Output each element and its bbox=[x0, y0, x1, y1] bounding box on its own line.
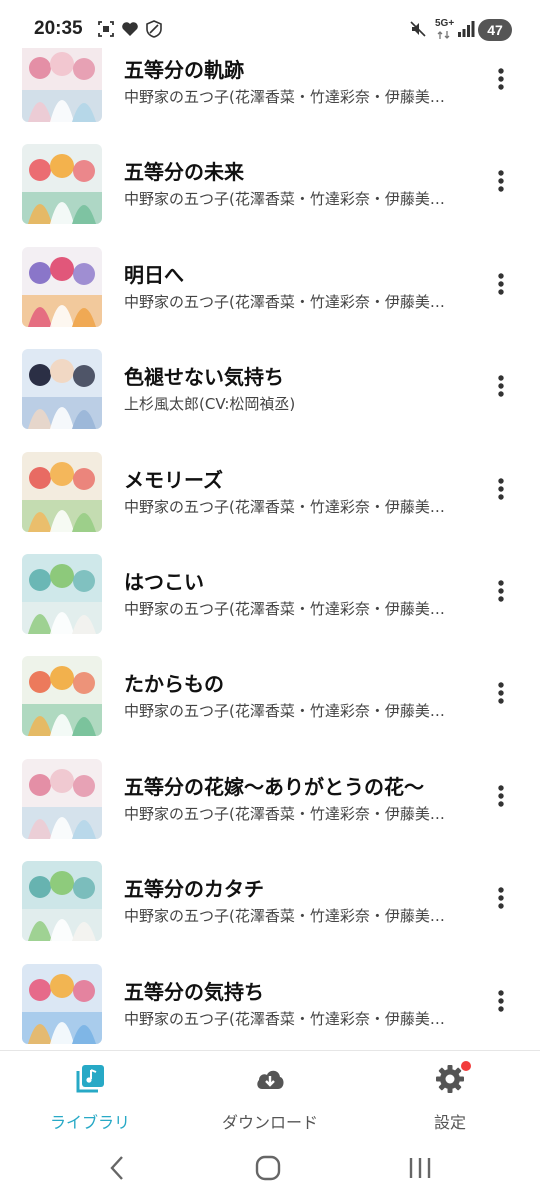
nav-download[interactable]: ダウンロード bbox=[190, 1059, 350, 1133]
more-options-button[interactable] bbox=[486, 64, 516, 94]
more-vertical-icon bbox=[498, 477, 504, 500]
mute-icon bbox=[410, 21, 426, 37]
more-options-button[interactable] bbox=[486, 474, 516, 504]
song-row[interactable]: 五等分のカタチ中野家の五つ子(花澤香菜・竹達彩奈・伊藤美来・佐倉綾音・水瀬いのり… bbox=[0, 861, 540, 963]
song-row[interactable]: 色褪せない気持ち上杉風太郎(CV:松岡禎丞) bbox=[0, 349, 540, 451]
more-vertical-icon bbox=[498, 273, 504, 295]
shield-icon bbox=[146, 20, 162, 38]
notification-badge bbox=[461, 1061, 471, 1071]
song-title: メモリーズ bbox=[124, 467, 223, 492]
more-vertical-icon bbox=[498, 170, 504, 193]
song-title: 色褪せない気持ち bbox=[124, 365, 284, 390]
song-row[interactable]: 五等分の花嫁〜ありがとうの花〜中野家の五つ子(花澤香菜・竹達彩奈・伊藤美来・佐倉… bbox=[0, 758, 540, 861]
more-vertical-icon bbox=[498, 785, 504, 807]
more-vertical-icon bbox=[498, 580, 504, 602]
song-artist: 中野家の五つ子(花澤香菜・竹達彩奈・伊藤美来・佐倉綾音・水瀬いのり) bbox=[124, 600, 446, 618]
more-options-button[interactable] bbox=[486, 986, 516, 1016]
status-time: 20:35 bbox=[34, 18, 83, 39]
album-cover bbox=[22, 451, 102, 532]
song-title: たからもの bbox=[124, 672, 224, 697]
song-row[interactable]: 五等分の気持ち中野家の五つ子(花澤香菜・竹達彩奈・伊藤美来・佐倉綾音・水瀬いのり… bbox=[0, 963, 540, 1050]
song-artist: 上杉風太郎(CV:松岡禎丞) bbox=[124, 395, 296, 414]
song-title: 五等分の軌跡 bbox=[124, 58, 244, 82]
song-list[interactable]: 五等分の軌跡中野家の五つ子(花澤香菜・竹達彩奈・伊藤美来・佐倉綾音・水瀬いのり)… bbox=[0, 48, 540, 1050]
more-vertical-icon bbox=[498, 989, 504, 1012]
more-options-button[interactable] bbox=[486, 166, 516, 196]
song-title: 五等分の未来 bbox=[124, 160, 244, 185]
back-icon[interactable] bbox=[102, 1152, 134, 1184]
more-options-button[interactable] bbox=[486, 781, 516, 811]
screenshot-icon bbox=[98, 21, 114, 37]
data-arrows-icon bbox=[437, 31, 450, 39]
system-navigation-bar bbox=[0, 1136, 540, 1199]
song-artist: 中野家の五つ子(花澤香菜・竹達彩奈・伊藤美来・佐倉綾音・水瀬いのり) bbox=[124, 190, 446, 209]
bottom-navigation: ライブラリ ダウンロード 設定 bbox=[0, 1050, 540, 1136]
more-options-button[interactable] bbox=[486, 678, 516, 708]
song-artist: 中野家の五つ子(花澤香菜・竹達彩奈・伊藤美来・佐倉綾音・水瀬いのり) bbox=[124, 88, 446, 106]
heart-icon bbox=[122, 22, 138, 36]
song-artist: 中野家の五つ子(花澤香菜・竹達彩奈・伊藤美来・佐倉綾音・水瀬いのり) bbox=[124, 907, 446, 926]
song-title: 五等分の気持ち bbox=[124, 979, 264, 1004]
song-row[interactable]: メモリーズ中野家の五つ子(花澤香菜・竹達彩奈・伊藤美来・佐倉綾音・水瀬いのり) bbox=[0, 451, 540, 554]
more-options-button[interactable] bbox=[486, 576, 516, 606]
song-title: 明日へ bbox=[124, 262, 184, 287]
recent-apps-icon[interactable] bbox=[404, 1152, 436, 1184]
more-vertical-icon bbox=[498, 887, 504, 909]
nav-download-label: ダウンロード bbox=[221, 1113, 318, 1132]
nav-settings[interactable]: 設定 bbox=[370, 1059, 530, 1133]
song-artist: 中野家の五つ子(花澤香菜・竹達彩奈・伊藤美来・佐倉綾音・水瀬いのり) bbox=[124, 497, 446, 516]
album-cover bbox=[22, 349, 102, 430]
cloud-download-icon bbox=[257, 1070, 284, 1089]
song-title: 五等分のカタチ bbox=[124, 877, 264, 902]
song-row[interactable]: はつこい中野家の五つ子(花澤香菜・竹達彩奈・伊藤美来・佐倉綾音・水瀬いのり) bbox=[0, 554, 540, 656]
home-icon[interactable] bbox=[252, 1152, 284, 1184]
song-title: 五等分の花嫁〜ありがとうの花〜 bbox=[124, 774, 424, 799]
song-artist: 中野家の五つ子(花澤香菜・竹達彩奈・伊藤美来・佐倉綾音・水瀬いのり) bbox=[124, 804, 446, 823]
more-vertical-icon bbox=[498, 68, 504, 90]
nav-library[interactable]: ライブラリ bbox=[10, 1059, 170, 1133]
battery-indicator: 47 bbox=[478, 19, 512, 41]
status-bar: 20:35 5G+ 47 bbox=[0, 0, 540, 48]
song-artist: 中野家の五つ子(花澤香菜・竹達彩奈・伊藤美来・佐倉綾音・水瀬いのり) bbox=[124, 702, 446, 721]
album-cover bbox=[22, 554, 102, 634]
song-row[interactable]: 五等分の軌跡中野家の五つ子(花澤香菜・竹達彩奈・伊藤美来・佐倉綾音・水瀬いのり) bbox=[0, 48, 540, 144]
more-options-button[interactable] bbox=[486, 371, 516, 401]
nav-settings-label: 設定 bbox=[433, 1113, 466, 1132]
song-title: はつこい bbox=[124, 570, 204, 594]
album-cover bbox=[22, 246, 102, 327]
song-artist: 中野家の五つ子(花澤香菜・竹達彩奈・伊藤美来・佐倉綾音・水瀬いのり) bbox=[124, 292, 446, 311]
music-library-icon bbox=[76, 1065, 104, 1093]
more-vertical-icon bbox=[498, 375, 504, 397]
song-row[interactable]: たからもの中野家の五つ子(花澤香菜・竹達彩奈・伊藤美来・佐倉綾音・水瀬いのり) bbox=[0, 656, 540, 758]
album-cover bbox=[22, 963, 102, 1044]
album-cover bbox=[22, 656, 102, 737]
network-type: 5G+ bbox=[435, 18, 455, 29]
song-artist: 中野家の五つ子(花澤香菜・竹達彩奈・伊藤美来・佐倉綾音・水瀬いのり) bbox=[124, 1009, 446, 1028]
album-cover bbox=[22, 861, 102, 942]
album-cover bbox=[22, 48, 102, 122]
more-vertical-icon bbox=[498, 682, 504, 705]
signal-icon bbox=[458, 21, 475, 37]
more-options-button[interactable] bbox=[486, 883, 516, 913]
album-cover bbox=[22, 144, 102, 225]
more-options-button[interactable] bbox=[486, 269, 516, 299]
song-row[interactable]: 五等分の未来中野家の五つ子(花澤香菜・竹達彩奈・伊藤美来・佐倉綾音・水瀬いのり) bbox=[0, 144, 540, 246]
album-cover bbox=[22, 758, 102, 839]
song-row[interactable]: 明日へ中野家の五つ子(花澤香菜・竹達彩奈・伊藤美来・佐倉綾音・水瀬いのり) bbox=[0, 246, 540, 349]
nav-library-label: ライブラリ bbox=[49, 1113, 130, 1132]
